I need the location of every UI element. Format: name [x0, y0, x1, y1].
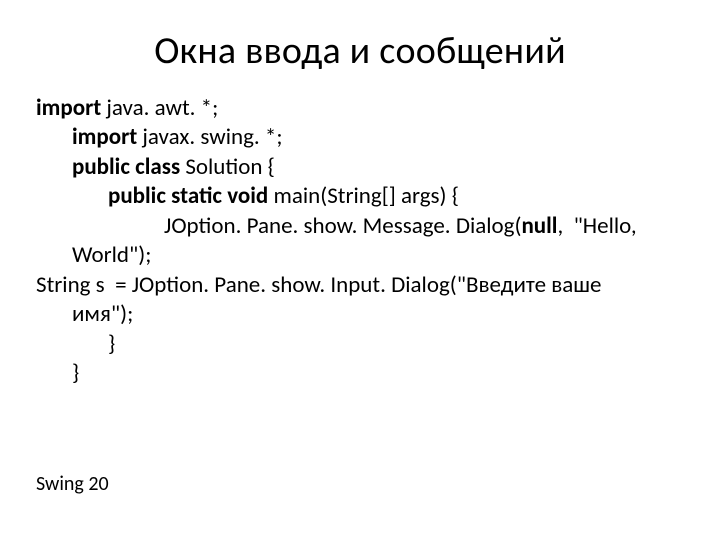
code-line: } [36, 330, 684, 359]
code-text: javax. swing. *; [137, 123, 282, 151]
code-text: main(String[] args) { [273, 182, 458, 210]
keyword-null: null [521, 212, 557, 240]
code-block: import java. awt. *; import javax. swing… [0, 94, 720, 388]
code-line: } [36, 359, 684, 388]
keyword-import: import [36, 94, 101, 122]
code-text: имя"); [72, 300, 133, 328]
code-text: java. awt. *; [101, 94, 218, 122]
code-text: } [108, 330, 115, 358]
code-text: Solution { [185, 153, 275, 181]
slide: Окна ввода и сообщений import java. awt.… [0, 0, 720, 540]
slide-footer: Swing 20 [36, 472, 109, 496]
code-text: JOption. Pane. show. Message. Dialog( [164, 212, 521, 240]
code-line: public static void main(String[] args) { [36, 182, 684, 211]
keyword-public-class: public class [72, 153, 185, 181]
code-text: World"); [72, 241, 151, 269]
code-text: String s = JOption. Pane. show. Input. D… [36, 271, 601, 299]
code-line: String s = JOption. Pane. show. Input. D… [36, 271, 684, 300]
code-line: import java. awt. *; [36, 94, 684, 123]
code-line: имя"); [36, 300, 684, 329]
keyword-import: import [72, 123, 137, 151]
code-line: World"); [36, 241, 684, 270]
code-line: import javax. swing. *; [36, 123, 684, 152]
code-line: public class Solution { [36, 153, 684, 182]
slide-title: Окна ввода и сообщений [0, 0, 720, 94]
code-text: } [72, 359, 79, 387]
code-text: , "Hello, [557, 212, 636, 240]
keyword-public-static-void: public static void [108, 182, 273, 210]
code-line: JOption. Pane. show. Message. Dialog(nul… [36, 212, 684, 241]
